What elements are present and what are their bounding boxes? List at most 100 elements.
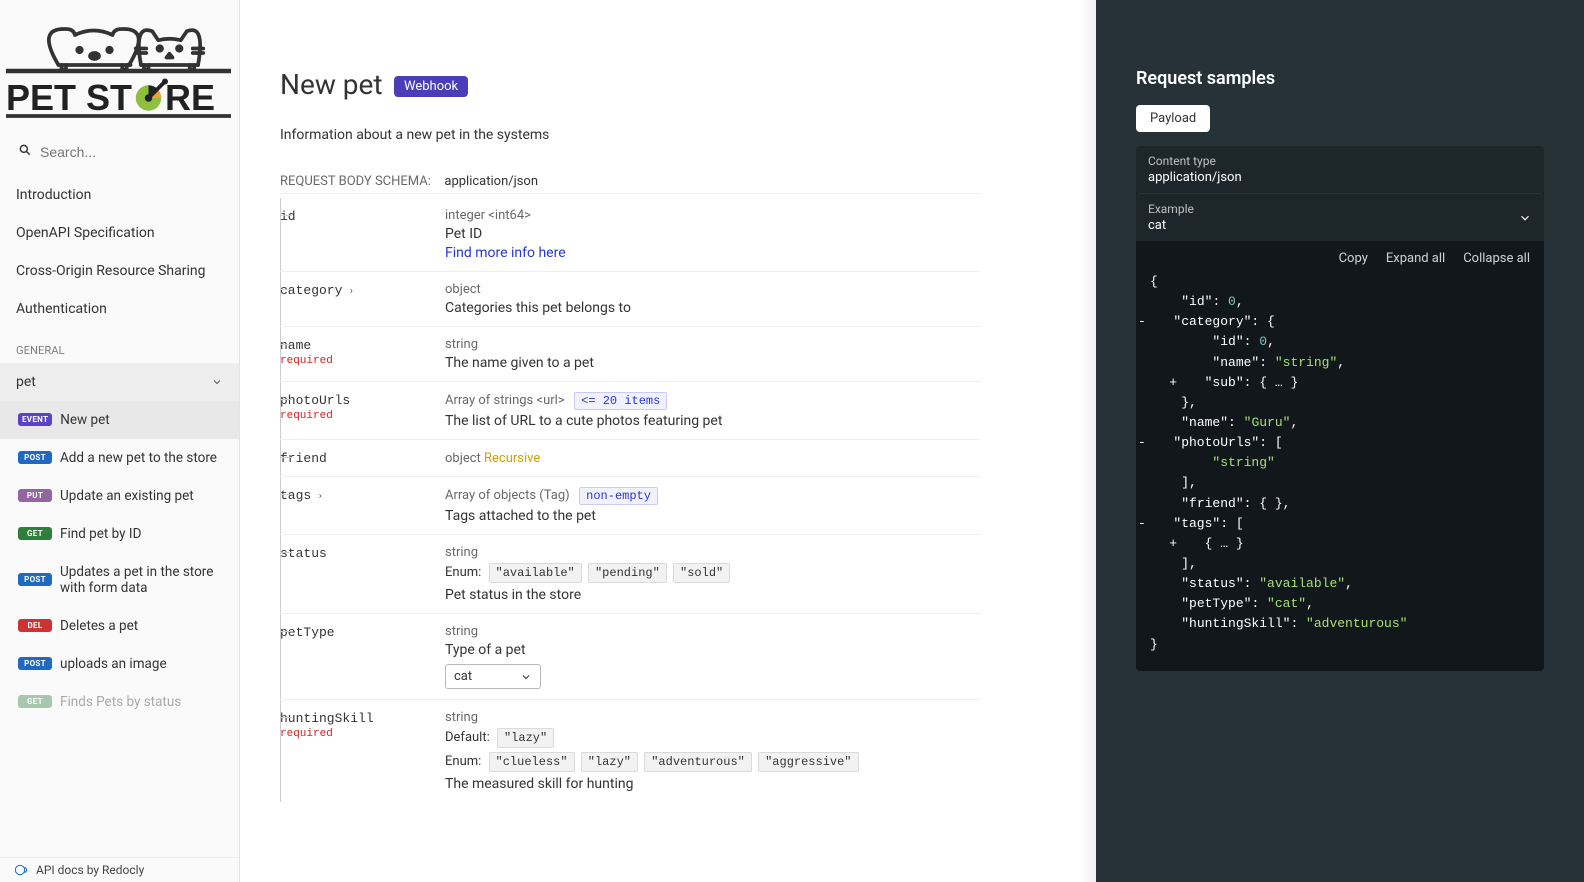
prop-desc: Tags attached to the pet <box>445 508 980 524</box>
prop-name: id <box>280 209 296 224</box>
enum-value: "adventurous" <box>644 752 752 772</box>
nav-openapi-spec[interactable]: OpenAPI Specification <box>0 214 239 252</box>
sample-box: Content type application/json Example ca… <box>1136 146 1544 671</box>
prop-name: friend <box>280 451 327 466</box>
collapse-toggle[interactable]: - <box>1138 433 1150 453</box>
badge-get: GET <box>18 695 52 708</box>
logo: PET ST RE <box>0 0 239 132</box>
example-select[interactable]: Example cat <box>1136 193 1544 241</box>
nav-sub-find-by-status[interactable]: GET Finds Pets by status <box>0 683 239 721</box>
default-label: Default: <box>445 730 490 745</box>
nav-sub-add-pet[interactable]: POST Add a new pet to the store <box>0 439 239 477</box>
prop-row-category[interactable]: category › object Categories this pet be… <box>280 272 980 327</box>
prop-row-status: status string Enum: "available" "pending… <box>280 535 980 614</box>
collapse-toggle[interactable]: + <box>1169 534 1181 554</box>
prop-row-name: name required string The name given to a… <box>280 327 980 382</box>
main-content: New pet Webhook Information about a new … <box>240 0 1096 882</box>
prop-desc: Pet ID <box>445 226 980 242</box>
prop-desc: The measured skill for hunting <box>445 776 980 792</box>
prop-name: name <box>280 338 311 353</box>
enum-value: "clueless" <box>489 752 575 772</box>
nav-sub-find-pet[interactable]: GET Find pet by ID <box>0 515 239 553</box>
enum-value: "aggressive" <box>758 752 858 772</box>
chevron-down-icon <box>1518 211 1532 225</box>
properties-table: id integer <int64> Pet ID Find more info… <box>280 198 980 802</box>
nav-authentication[interactable]: Authentication <box>0 290 239 328</box>
prop-row-pettype: petType string Type of a pet cat <box>280 614 980 700</box>
content-type-value: application/json <box>1148 170 1242 185</box>
prop-row-tags[interactable]: tags › Array of objects (Tag) non-empty … <box>280 477 980 535</box>
nav-introduction[interactable]: Introduction <box>0 176 239 214</box>
nav-list: Introduction OpenAPI Specification Cross… <box>0 176 239 882</box>
nav-sub-new-pet[interactable]: EVENT New pet <box>0 401 239 439</box>
nav-sub-delete-pet[interactable]: DEL Deletes a pet <box>0 607 239 645</box>
badge-event: EVENT <box>18 413 52 426</box>
copy-button[interactable]: Copy <box>1339 251 1368 266</box>
nav-sub-label: New pet <box>60 412 109 428</box>
svg-text:RE: RE <box>165 77 215 118</box>
prop-type: string <box>445 545 980 560</box>
nav-sub-label: Deletes a pet <box>60 618 138 634</box>
prop-type: string <box>445 710 980 725</box>
prop-link[interactable]: Find more info here <box>445 245 566 261</box>
enum-value: "lazy" <box>581 752 638 772</box>
prop-type: string <box>445 337 980 352</box>
prop-desc: Pet status in the store <box>445 587 980 603</box>
enum-value: "sold" <box>673 563 730 583</box>
badge-post: POST <box>18 451 52 464</box>
prop-desc: The list of URL to a cute photos featuri… <box>445 413 980 429</box>
prop-name: tags <box>280 488 311 503</box>
required-label: required <box>280 355 445 367</box>
enum-value: "pending" <box>588 563 667 583</box>
prop-row-friend: friend object Recursive <box>280 440 980 477</box>
nav-sub-update-form[interactable]: POST Updates a pet in the store with for… <box>0 553 239 607</box>
pettype-select[interactable]: cat <box>445 664 541 689</box>
example-value: cat <box>1148 218 1166 233</box>
chevron-right-icon: › <box>319 491 322 502</box>
collapse-toggle[interactable]: + <box>1169 373 1181 393</box>
page-description: Information about a new pet in the syste… <box>280 127 980 143</box>
payload-tab[interactable]: Payload <box>1136 105 1210 132</box>
nav-sub-label: Add a new pet to the store <box>60 450 217 466</box>
constraint-badge: non-empty <box>579 487 658 505</box>
enum-value: "available" <box>489 563 582 583</box>
badge-post: POST <box>18 657 52 670</box>
chevron-down-icon <box>520 671 532 683</box>
prop-desc: Categories this pet belongs to <box>445 300 980 316</box>
webhook-badge: Webhook <box>394 76 468 97</box>
prop-type: object Recursive <box>445 451 540 466</box>
expand-all-button[interactable]: Expand all <box>1386 251 1445 266</box>
powered-by-label: API docs by Redocly <box>36 863 144 877</box>
badge-get: GET <box>18 527 52 540</box>
nav-sub-upload-image[interactable]: POST uploads an image <box>0 645 239 683</box>
prop-name: huntingSkill <box>280 711 374 726</box>
prop-desc: Type of a pet <box>445 642 980 658</box>
badge-del: DEL <box>18 619 52 632</box>
prop-type: object <box>445 282 980 297</box>
samples-header: Request samples <box>1136 68 1544 89</box>
nav-sub-update-pet[interactable]: PUT Update an existing pet <box>0 477 239 515</box>
collapse-toggle[interactable]: - <box>1138 514 1150 534</box>
samples-panel: Request samples Payload Content type app… <box>1096 0 1584 882</box>
powered-by[interactable]: API docs by Redocly <box>0 857 239 882</box>
enum-label: Enum: <box>445 754 481 769</box>
nav-sub-label: Update an existing pet <box>60 488 194 504</box>
sidebar: PET ST RE Introduction OpenAPI Specifica… <box>0 0 240 882</box>
collapse-all-button[interactable]: Collapse all <box>1463 251 1530 266</box>
prop-name: photoUrls <box>280 393 350 408</box>
pettype-selected: cat <box>454 669 472 684</box>
required-label: required <box>280 728 445 740</box>
constraint-badge: <= 20 items <box>574 392 667 410</box>
nav-group-label: pet <box>16 374 36 390</box>
example-label: Example <box>1148 202 1194 216</box>
nav-cors[interactable]: Cross-Origin Resource Sharing <box>0 252 239 290</box>
prop-row-huntingskill: huntingSkill required string Default: "l… <box>280 700 980 803</box>
search-input[interactable] <box>14 138 225 166</box>
required-label: required <box>280 410 445 422</box>
nav-group-pet[interactable]: pet <box>0 363 239 401</box>
collapse-toggle[interactable]: - <box>1138 312 1150 332</box>
prop-name: status <box>280 546 327 561</box>
search[interactable] <box>0 132 239 176</box>
schema-label: REQUEST BODY SCHEMA: <box>280 174 431 189</box>
schema-mime: application/json <box>444 174 538 189</box>
